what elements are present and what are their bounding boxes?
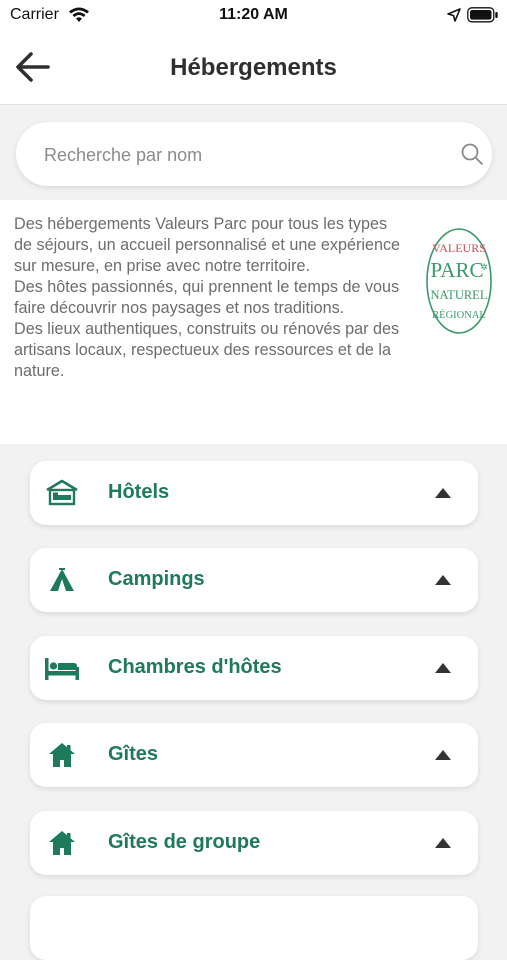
- logo-text-regional: RÉGIONAL: [432, 309, 486, 321]
- logo-text-parc: PARC: [431, 258, 484, 282]
- intro-paragraph: Des hôtes passionnés, qui prennent le te…: [14, 278, 400, 317]
- battery-icon: [467, 7, 499, 28]
- intro-text: Des hébergements Valeurs Parc pour tous …: [14, 214, 404, 382]
- search-input[interactable]: [42, 138, 426, 172]
- category-label: Gîtes de groupe: [108, 831, 261, 853]
- chevron-up-icon[interactable]: [434, 837, 452, 849]
- intro-paragraph: Des hébergements Valeurs Parc pour tous …: [14, 215, 401, 275]
- logo-text-naturel: NATUREL: [431, 288, 488, 302]
- category-label: Gîtes: [108, 743, 159, 765]
- chevron-up-icon[interactable]: [434, 662, 452, 674]
- chevron-up-icon[interactable]: [434, 749, 452, 761]
- house-icon: [49, 743, 75, 767]
- intro-section: Des hébergements Valeurs Parc pour tous …: [0, 200, 507, 444]
- status-time: 11:20 AM: [219, 6, 288, 23]
- category-label: Campings: [108, 568, 205, 590]
- chevron-up-icon[interactable]: [434, 574, 452, 586]
- search-box[interactable]: [16, 122, 492, 186]
- status-bar: Carrier 11:20 AM: [0, 0, 507, 30]
- svg-text:✲: ✲: [480, 262, 488, 272]
- category-label: Chambres d'hôtes: [108, 656, 282, 678]
- category-next-partial[interactable]: [30, 896, 478, 960]
- valeurs-parc-logo: VALEURS PARC ✲ NATUREL RÉGIONAL: [426, 228, 492, 334]
- category-gites-de-groupe[interactable]: Gîtes de groupe: [30, 811, 478, 875]
- tent-icon: [50, 568, 74, 591]
- house-icon: [49, 831, 75, 855]
- hotel-icon: [46, 479, 78, 506]
- category-label: Hôtels: [108, 481, 170, 503]
- search-icon[interactable]: [460, 142, 484, 171]
- category-gites[interactable]: Gîtes: [30, 723, 478, 787]
- category-hotels[interactable]: Hôtels: [30, 461, 478, 525]
- nav-bar: Hébergements: [0, 30, 507, 105]
- location-arrow-icon: [447, 8, 461, 27]
- category-chambres-dhotes[interactable]: Chambres d'hôtes: [30, 636, 478, 700]
- page-title: Hébergements: [170, 54, 337, 81]
- search-section: [0, 105, 507, 200]
- intro-paragraph: Des lieux authentiques, construits ou ré…: [14, 320, 400, 380]
- chevron-up-icon[interactable]: [434, 487, 452, 499]
- logo-text-valeurs: VALEURS: [432, 241, 486, 255]
- bed-icon: [45, 658, 79, 680]
- category-campings[interactable]: Campings: [30, 548, 478, 612]
